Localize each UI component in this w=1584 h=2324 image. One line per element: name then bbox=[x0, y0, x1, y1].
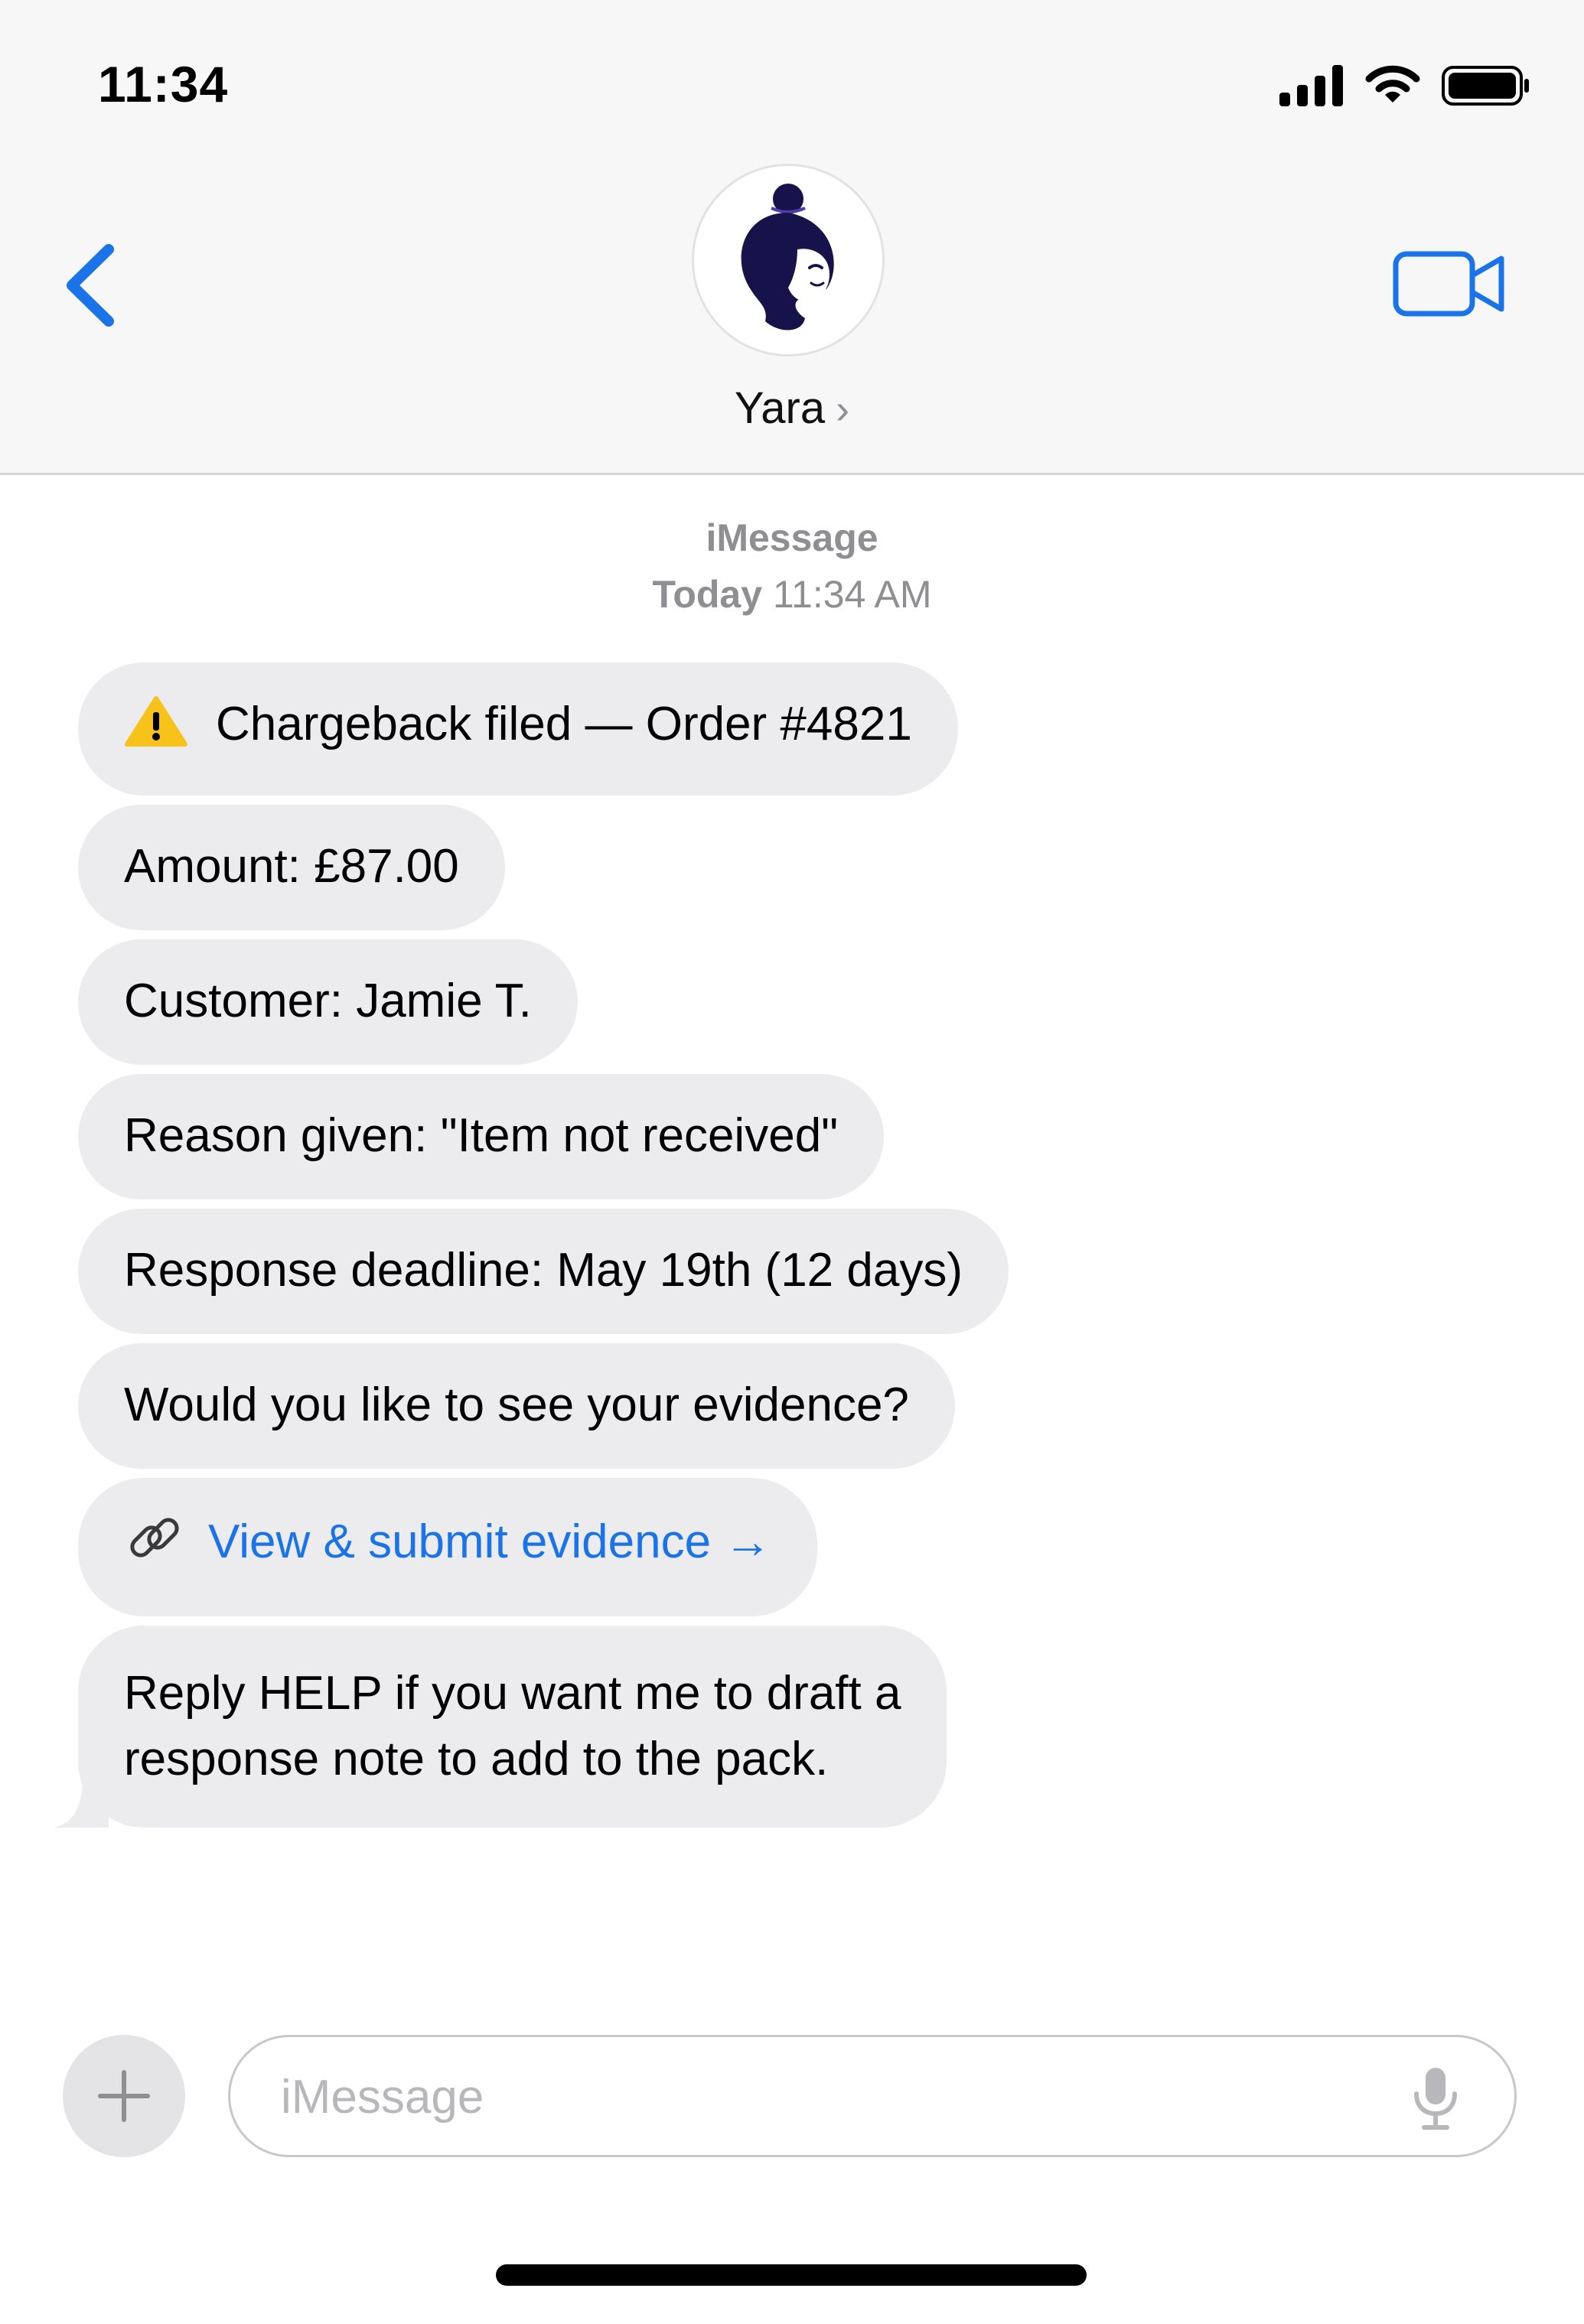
microphone-icon bbox=[1414, 2068, 1457, 2130]
message-composer bbox=[0, 2020, 1584, 2173]
message-input[interactable] bbox=[279, 2037, 1354, 2156]
message-text: Would you like to see your evidence? bbox=[124, 1378, 909, 1431]
message-bubble: Response deadline: May 19th (12 days) bbox=[78, 1209, 1009, 1334]
home-indicator[interactable] bbox=[496, 2264, 1087, 2286]
wifi-icon bbox=[1365, 65, 1420, 103]
contact-name-button[interactable]: Yara › bbox=[0, 382, 1584, 434]
message-bubble: Customer: Jamie T. bbox=[78, 939, 578, 1065]
message-text: Reply HELP if you want me to draft a bbox=[124, 1667, 901, 1720]
chevron-right-icon: › bbox=[836, 386, 850, 432]
woman-avatar-icon bbox=[741, 184, 834, 330]
message-bubble: Would you like to see your evidence? bbox=[78, 1343, 955, 1469]
facetime-video-button[interactable] bbox=[1393, 245, 1507, 321]
link-icon bbox=[124, 1507, 185, 1586]
chevron-left-icon bbox=[67, 244, 114, 327]
bubble-tail bbox=[55, 1782, 109, 1828]
message-text: Customer: Jamie T. bbox=[124, 975, 532, 1027]
timestamp-time: 11:34 AM bbox=[772, 573, 932, 616]
status-icons bbox=[1279, 64, 1530, 107]
warning-icon bbox=[124, 695, 188, 765]
message-text: Chargeback filed — Order #4821 bbox=[216, 698, 912, 750]
message-bubble: Amount: £87.00 bbox=[78, 805, 505, 930]
cellular-signal-icon bbox=[1279, 65, 1343, 106]
imessage-input-field[interactable] bbox=[228, 2035, 1517, 2157]
contact-name: Yara bbox=[734, 383, 826, 433]
battery-icon bbox=[1442, 66, 1529, 106]
message-bubble: Chargeback filed — Order #4821 bbox=[78, 662, 958, 796]
message-timestamp: Today 11:34 AM bbox=[0, 572, 1584, 617]
status-time: 11:34 bbox=[98, 56, 229, 112]
timestamp-day: Today bbox=[652, 573, 763, 616]
conversation-header: 11:34 Yara › bbox=[0, 0, 1584, 475]
message-bubble: Reason given: "Item not received" bbox=[78, 1074, 885, 1199]
evidence-link-text[interactable]: View & submit evidence → bbox=[208, 1515, 771, 1568]
evidence-link-bubble[interactable]: View & submit evidence → bbox=[78, 1478, 818, 1616]
contact-avatar[interactable] bbox=[692, 164, 885, 356]
message-text: response note to add to the pack. bbox=[124, 1733, 829, 1785]
video-camera-icon bbox=[1393, 251, 1504, 317]
message-text: Response deadline: May 19th (12 days) bbox=[124, 1244, 963, 1297]
add-attachment-button[interactable] bbox=[63, 2035, 185, 2157]
dictation-button[interactable] bbox=[1409, 2066, 1462, 2130]
message-list: Chargeback filed — Order #4821 Amount: £… bbox=[55, 662, 1009, 1828]
message-text: Amount: £87.00 bbox=[124, 840, 459, 893]
back-button[interactable] bbox=[61, 243, 122, 327]
service-label: iMessage bbox=[706, 516, 878, 559]
message-text: Reason given: "Item not received" bbox=[124, 1109, 839, 1162]
message-bubble: Reply HELP if you want me to draft a res… bbox=[55, 1626, 947, 1828]
plus-icon bbox=[98, 2070, 150, 2122]
